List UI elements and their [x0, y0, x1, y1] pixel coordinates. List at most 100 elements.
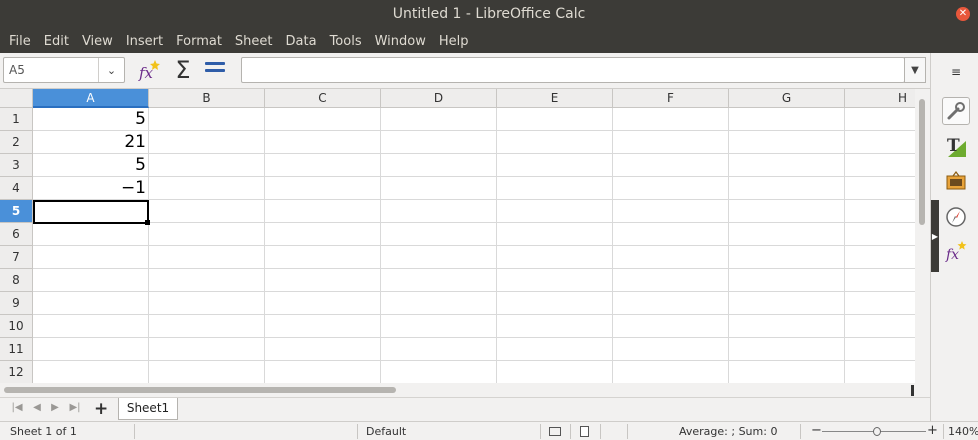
function-wizard-icon[interactable]: fx: [137, 59, 161, 83]
divider: [627, 424, 628, 439]
divider: [800, 424, 801, 439]
row-header-6[interactable]: 6: [0, 223, 33, 246]
column-header-b[interactable]: B: [149, 89, 265, 108]
last-sheet-icon[interactable]: ▶|: [68, 402, 82, 413]
formula-input[interactable]: [241, 57, 905, 83]
chevron-down-icon[interactable]: ⌄: [98, 58, 124, 82]
sheet-tab-sheet1[interactable]: Sheet1: [118, 398, 178, 420]
column-header-d[interactable]: D: [381, 89, 497, 108]
gridline: [33, 314, 915, 315]
row-header-10[interactable]: 10: [0, 315, 33, 338]
gridline: [33, 130, 915, 131]
row-header-8[interactable]: 8: [0, 269, 33, 292]
column-header-a[interactable]: A: [33, 89, 149, 108]
select-all-corner[interactable]: [0, 89, 33, 108]
divider: [600, 424, 601, 439]
row-header-12[interactable]: 12: [0, 361, 33, 383]
row-header-9[interactable]: 9: [0, 292, 33, 315]
gridline: [33, 199, 915, 200]
menu-file[interactable]: File: [3, 34, 37, 49]
zoom-out-icon[interactable]: −: [811, 423, 822, 438]
gridline: [33, 360, 915, 361]
menu-view[interactable]: View: [76, 34, 119, 49]
sum-icon[interactable]: Σ: [172, 57, 194, 83]
divider: [943, 424, 944, 439]
column-header-f[interactable]: F: [613, 89, 729, 108]
cell-a3[interactable]: 5: [34, 154, 146, 176]
document-modified-icon[interactable]: [580, 426, 589, 437]
menu-window[interactable]: Window: [369, 34, 432, 49]
formula-icon[interactable]: [205, 62, 225, 78]
gridline: [33, 337, 915, 338]
gallery-icon[interactable]: [942, 167, 970, 195]
svg-text:fx: fx: [138, 64, 154, 82]
divider: [540, 424, 541, 439]
row-header-3[interactable]: 3: [0, 154, 33, 177]
row-header-1[interactable]: 1: [0, 108, 33, 131]
menu-help[interactable]: Help: [433, 34, 475, 49]
formula-bar: A5 ⌄ fx Σ ▼: [0, 53, 930, 89]
cell-a1[interactable]: 5: [34, 108, 146, 130]
name-box[interactable]: A5 ⌄: [3, 57, 125, 83]
menu-sheet[interactable]: Sheet: [229, 34, 279, 49]
divider: [134, 424, 135, 439]
next-sheet-icon[interactable]: ▶: [48, 402, 62, 413]
zoom-in-icon[interactable]: +: [927, 423, 938, 438]
cell-a2[interactable]: 21: [34, 131, 146, 153]
sidebar-menu-icon[interactable]: ≡: [951, 65, 961, 79]
status-bar: Sheet 1 of 1 Default Average: ; Sum: 0 −…: [0, 421, 978, 440]
name-box-value: A5: [9, 63, 25, 77]
fill-handle[interactable]: [145, 220, 150, 225]
row-header-7[interactable]: 7: [0, 246, 33, 269]
add-sheet-icon[interactable]: +: [94, 399, 108, 419]
svg-text:T: T: [947, 136, 960, 156]
vertical-scroll-thumb[interactable]: [919, 99, 925, 225]
column-header-h[interactable]: H: [845, 89, 915, 108]
menu-format[interactable]: Format: [170, 34, 228, 49]
menu-insert[interactable]: Insert: [120, 34, 169, 49]
row-header-4[interactable]: 4: [0, 177, 33, 200]
divider: [570, 424, 571, 439]
gridline: [33, 153, 915, 154]
selection-stats: Average: ; Sum: 0: [679, 425, 778, 438]
styles-icon[interactable]: T: [942, 133, 970, 161]
column-header-e[interactable]: E: [497, 89, 613, 108]
navigator-icon[interactable]: [942, 203, 970, 231]
sidebar: ≡ T fx ▶: [930, 53, 978, 421]
horizontal-scrollbar[interactable]: [0, 383, 930, 397]
first-sheet-icon[interactable]: |◀: [10, 402, 24, 413]
divider: [357, 424, 358, 439]
menu-data[interactable]: Data: [280, 34, 323, 49]
sheet-tab-bar: |◀ ◀ ▶ ▶| + Sheet1: [0, 397, 930, 421]
cell-cursor-a5[interactable]: [33, 200, 150, 225]
properties-icon[interactable]: [942, 97, 970, 125]
gridline: [33, 245, 915, 246]
column-header-c[interactable]: C: [265, 89, 381, 108]
horizontal-scroll-thumb[interactable]: [4, 387, 396, 393]
functions-icon[interactable]: fx: [942, 237, 970, 265]
window-title: Untitled 1 - LibreOffice Calc: [392, 6, 586, 22]
zoom-slider-knob[interactable]: [873, 427, 881, 436]
sheet-grid[interactable]: A B C D E F G H 1 2 3 4 5 6 7 8 9 10 11 …: [0, 89, 915, 383]
title-bar: Untitled 1 - LibreOffice Calc ✕: [0, 0, 978, 29]
split-handle[interactable]: [911, 385, 914, 396]
row-header-11[interactable]: 11: [0, 338, 33, 361]
selection-mode-icon[interactable]: [549, 427, 561, 436]
vertical-scrollbar[interactable]: [915, 89, 930, 383]
menu-tools[interactable]: Tools: [324, 34, 368, 49]
menu-edit[interactable]: Edit: [38, 34, 75, 49]
row-header-2[interactable]: 2: [0, 131, 33, 154]
row-header-5[interactable]: 5: [0, 200, 33, 223]
prev-sheet-icon[interactable]: ◀: [30, 402, 44, 413]
column-header-g[interactable]: G: [729, 89, 845, 108]
cell-a4[interactable]: −1: [34, 177, 146, 199]
close-icon[interactable]: ✕: [956, 7, 970, 21]
page-style[interactable]: Default: [366, 425, 406, 438]
gridline: [33, 291, 915, 292]
sidebar-collapse-handle[interactable]: ▶: [931, 200, 939, 272]
sheet-count: Sheet 1 of 1: [10, 425, 77, 438]
zoom-level[interactable]: 140%: [948, 425, 978, 438]
expand-icon[interactable]: ▼: [904, 57, 926, 83]
gridline: [33, 176, 915, 177]
gridline: [33, 222, 915, 223]
